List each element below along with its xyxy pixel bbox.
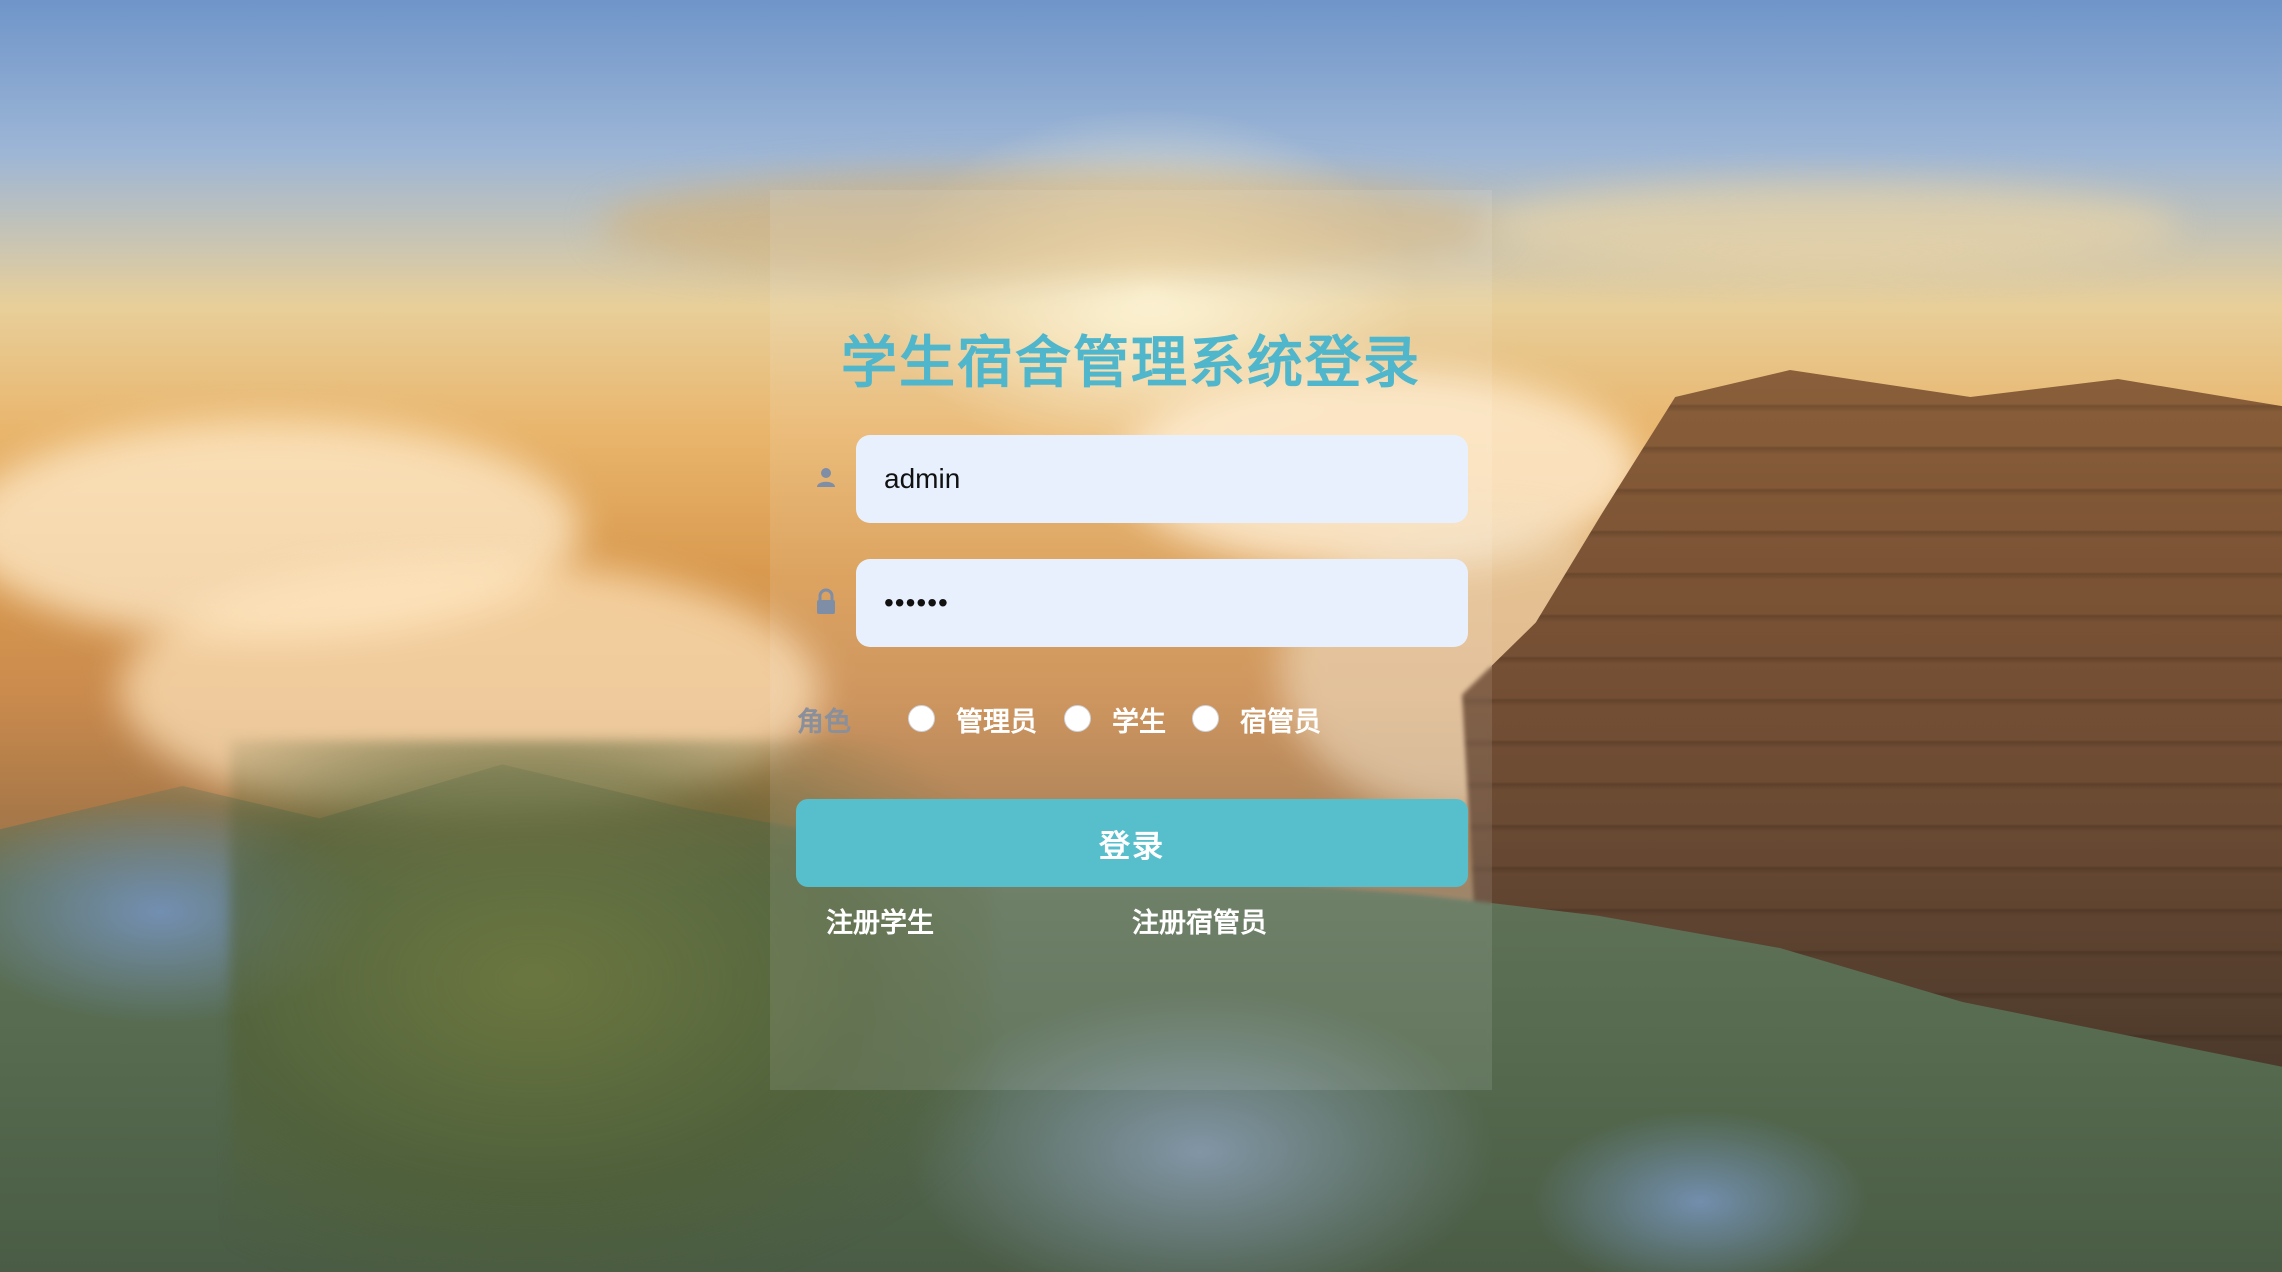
user-icon — [811, 463, 841, 493]
role-label: 角色 — [797, 707, 851, 738]
radio-dorm-manager[interactable] — [1192, 705, 1219, 732]
radio-label-student: 学生 — [1112, 707, 1166, 738]
lock-icon — [811, 587, 841, 617]
register-student-link[interactable]: 注册学生 — [826, 901, 934, 940]
password-input[interactable] — [856, 559, 1468, 647]
radio-admin[interactable] — [908, 705, 935, 732]
cloud — [1480, 180, 2180, 270]
username-input[interactable] — [856, 435, 1468, 523]
page-title: 学生宿舍管理系统登录 — [841, 331, 1421, 396]
radio-label-admin: 管理员 — [956, 707, 1037, 738]
register-dorm-manager-link[interactable]: 注册宿管员 — [1132, 901, 1267, 940]
radio-student[interactable] — [1064, 705, 1091, 732]
radio-label-dorm-manager: 宿管员 — [1240, 707, 1321, 738]
login-button[interactable]: 登录 — [796, 799, 1468, 887]
